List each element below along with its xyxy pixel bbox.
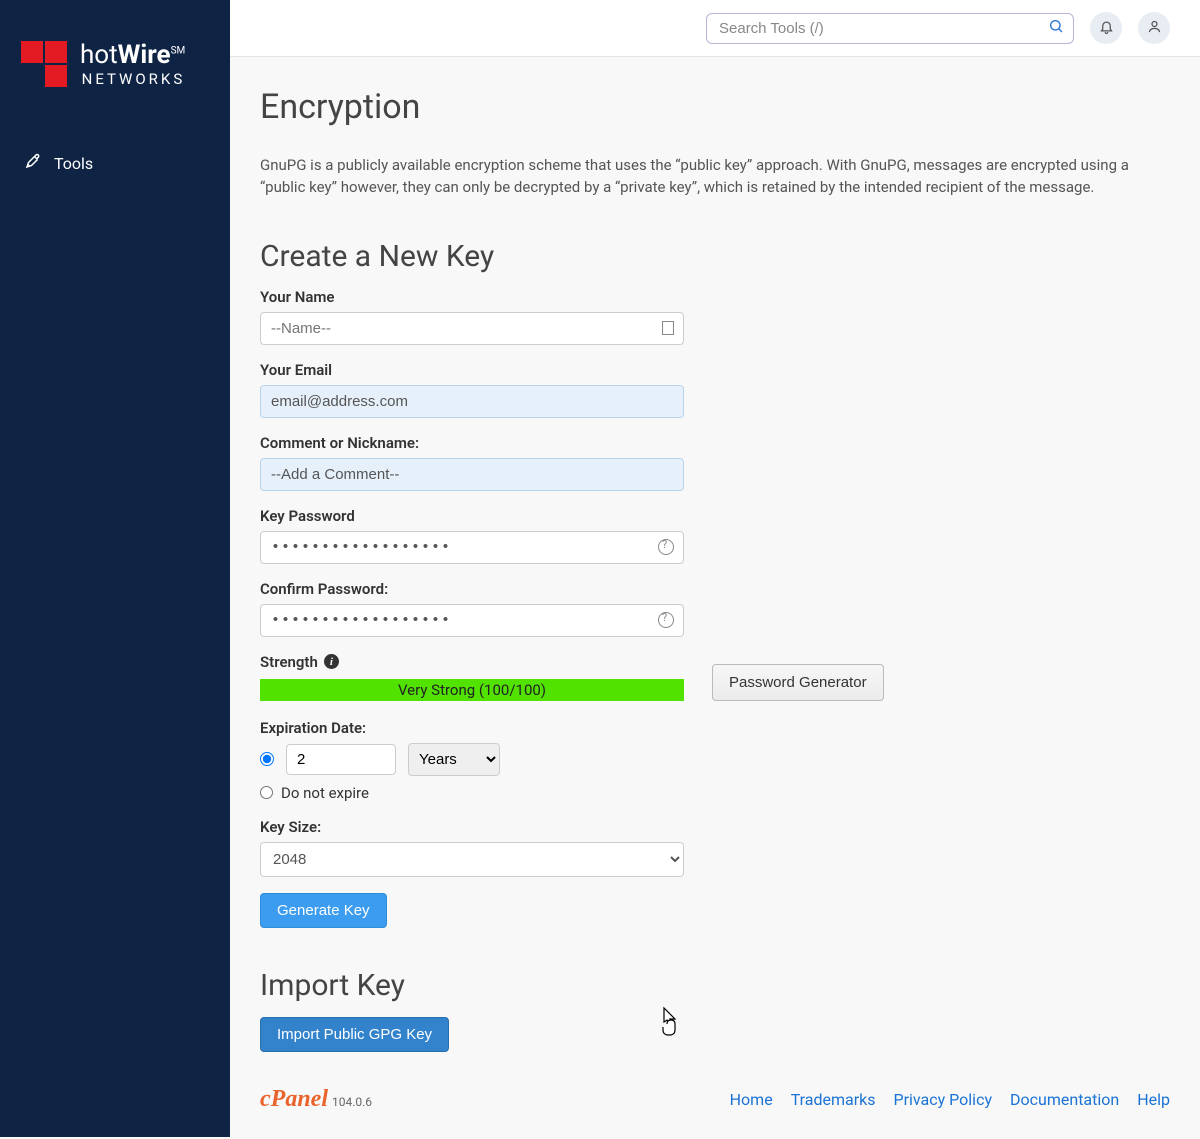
cursor-pointer-icon (655, 1006, 683, 1042)
password-hint-icon[interactable] (658, 539, 674, 555)
create-key-heading: Create a New Key (260, 239, 1170, 274)
email-input[interactable] (260, 385, 684, 418)
brand-sm: SM (171, 45, 186, 56)
comment-input[interactable] (260, 458, 684, 491)
email-label: Your Email (260, 361, 684, 379)
sidebar-item-tools[interactable]: Tools (0, 138, 230, 188)
cpanel-logo: cPanel (260, 1086, 328, 1113)
password-generator-button[interactable]: Password Generator (712, 664, 884, 701)
name-input[interactable] (260, 312, 684, 345)
footer-link-documentation[interactable]: Documentation (1010, 1090, 1119, 1109)
name-label: Your Name (260, 288, 684, 306)
no-expire-radio[interactable] (260, 786, 273, 799)
import-public-gpg-key-button[interactable]: Import Public GPG Key (260, 1017, 449, 1052)
brand-suffix: Wire (118, 40, 171, 70)
notifications-button[interactable] (1090, 12, 1122, 44)
password-label: Key Password (260, 507, 684, 525)
keysize-label: Key Size: (260, 818, 684, 836)
tools-icon (24, 152, 42, 174)
brand-subtitle: NETWORKS (80, 70, 185, 88)
expiration-label: Expiration Date: (260, 719, 684, 737)
password-hint-icon[interactable] (658, 612, 674, 628)
search-icon[interactable] (1048, 18, 1064, 38)
password-input[interactable] (260, 531, 684, 564)
contact-picker-icon[interactable] (662, 321, 674, 335)
confirm-password-input[interactable] (260, 604, 684, 637)
info-icon[interactable]: i (324, 654, 339, 669)
user-icon (1147, 19, 1162, 38)
page-description: GnuPG is a publicly available encryption… (260, 155, 1170, 199)
topbar (230, 0, 1200, 57)
strength-meter: Very Strong (100/100) (260, 679, 684, 701)
page-title: Encryption (260, 87, 1170, 127)
expiration-unit-select[interactable]: Years (408, 743, 500, 776)
strength-label: Strength (260, 653, 318, 671)
account-button[interactable] (1138, 12, 1170, 44)
brand-prefix: hot (80, 40, 118, 70)
footer-link-privacy[interactable]: Privacy Policy (894, 1090, 993, 1109)
footer-link-help[interactable]: Help (1137, 1090, 1170, 1109)
keysize-select[interactable]: 2048 (260, 842, 684, 877)
no-expire-label: Do not expire (281, 784, 369, 802)
brand-logo: hotWireSM NETWORKS (0, 20, 230, 108)
footer-link-trademarks[interactable]: Trademarks (791, 1090, 876, 1109)
comment-label: Comment or Nickname: (260, 434, 684, 452)
footer-link-home[interactable]: Home (730, 1090, 773, 1109)
version-text: 104.0.6 (332, 1095, 372, 1109)
expiration-value-input[interactable] (286, 744, 396, 775)
generate-key-button[interactable]: Generate Key (260, 893, 387, 928)
import-key-heading: Import Key (260, 968, 1170, 1003)
search-input[interactable] (706, 13, 1074, 44)
sidebar: hotWireSM NETWORKS Tools (0, 0, 230, 1137)
sidebar-item-label: Tools (54, 154, 93, 173)
confirm-password-label: Confirm Password: (260, 580, 684, 598)
bell-icon (1099, 19, 1114, 38)
expiration-set-radio[interactable] (260, 752, 274, 766)
footer: cPanel 104.0.6 Home Trademarks Privacy P… (230, 1072, 1200, 1137)
